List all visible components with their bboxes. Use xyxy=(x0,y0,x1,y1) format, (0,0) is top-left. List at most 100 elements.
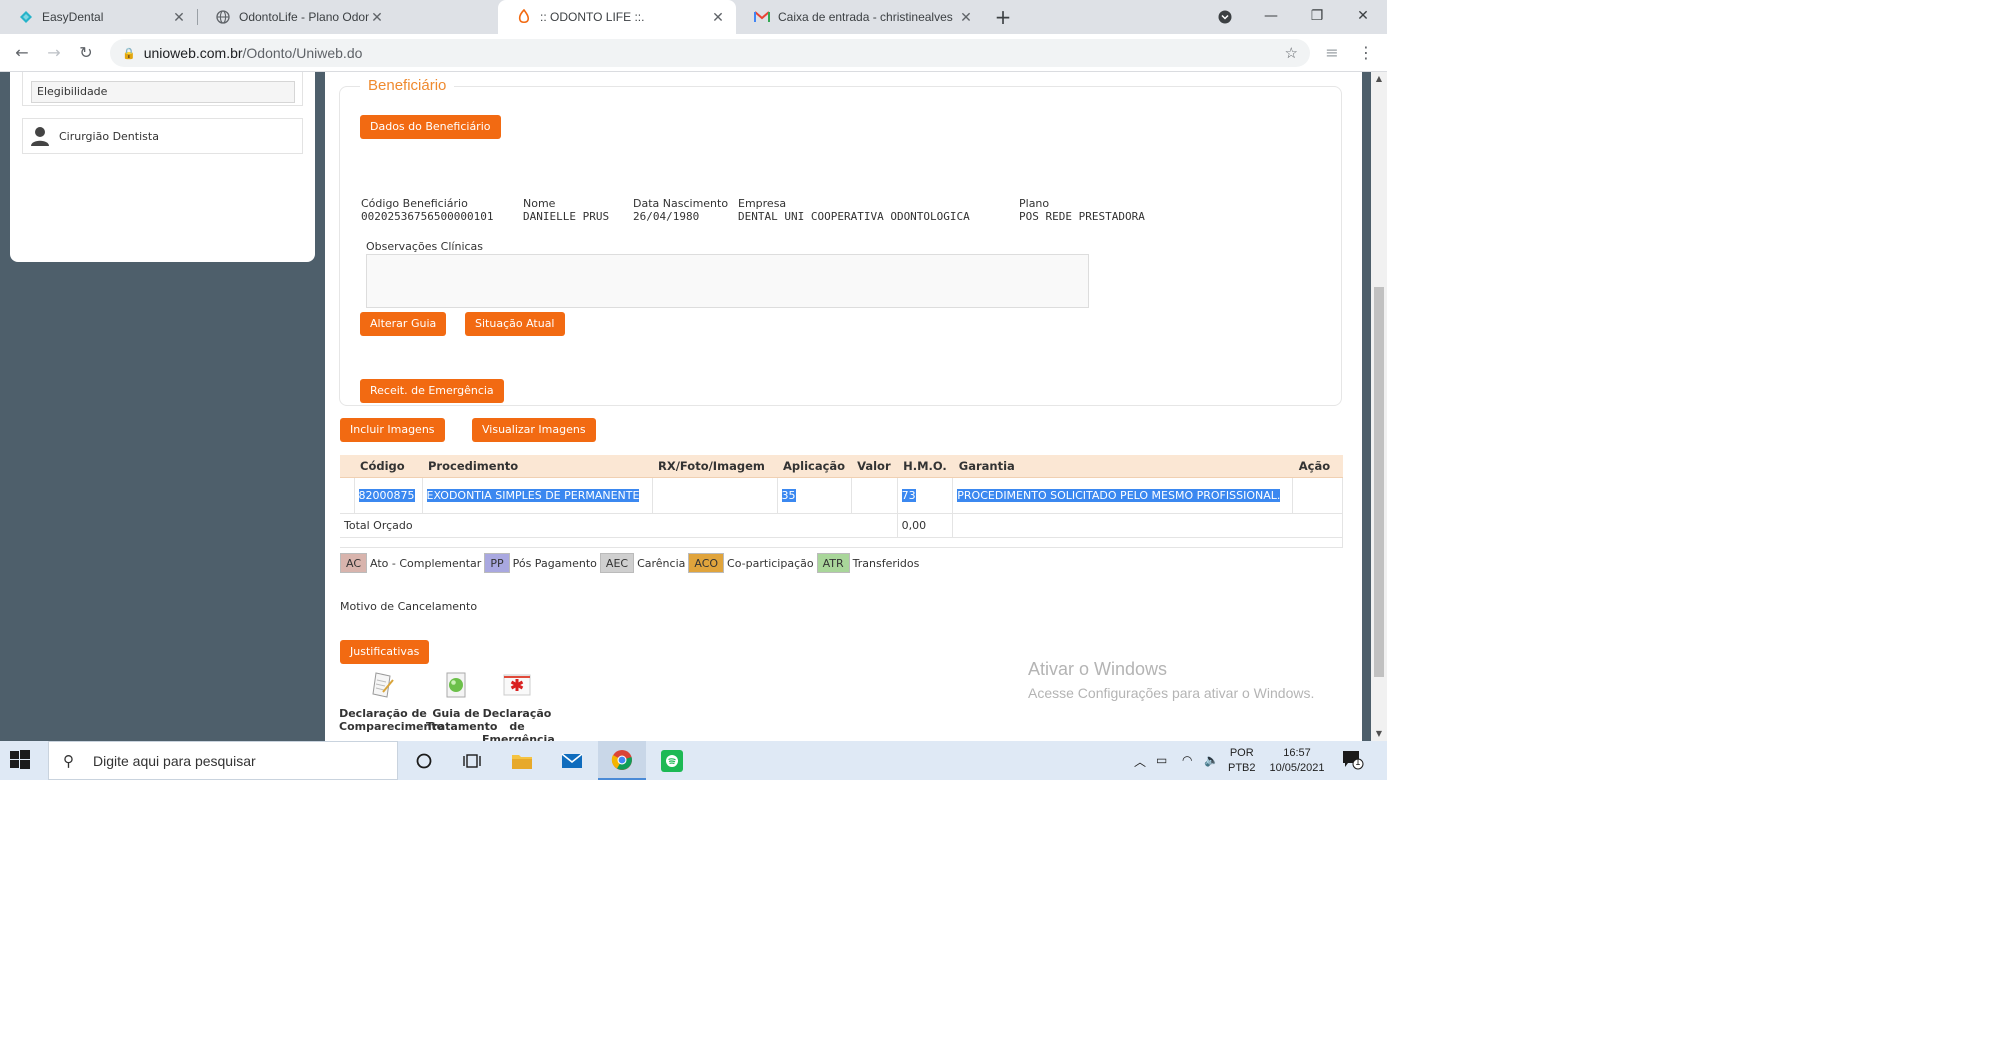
procedimentos-table: Código Procedimento RX/Foto/Imagem Aplic… xyxy=(340,455,1343,548)
col-valor: Valor xyxy=(851,455,898,478)
notification-center-icon[interactable]: 1 xyxy=(1342,750,1364,770)
document-icon xyxy=(372,672,394,698)
windows-activation-title: Ativar o Windows xyxy=(1028,659,1168,679)
status-legend: AC Ato - Complementar PP Pós Pagamento A… xyxy=(340,553,922,573)
close-window-button[interactable]: ✕ xyxy=(1340,0,1386,34)
field-plano: Plano POS REDE PRESTADORA xyxy=(1019,197,1145,223)
address-bar[interactable]: 🔒 unioweb.com.br/Odonto/Uniweb.do ☆ xyxy=(110,39,1310,67)
scroll-down-icon[interactable]: ▼ xyxy=(1371,727,1387,741)
field-data-nascimento: Data Nascimento 26/04/1980 xyxy=(633,197,729,223)
sidebar-item-cirurgiao-dentista[interactable]: Cirurgião Dentista xyxy=(22,118,303,154)
legend-swatch-aec: AEC xyxy=(599,553,635,573)
cell-codigo: 82000875 xyxy=(353,476,423,514)
kebab-menu-icon[interactable]: ⋮ xyxy=(1354,41,1378,65)
col-aplicacao: Aplicação xyxy=(777,455,852,478)
declaracao-emergencia-link[interactable]: Declaração de Emergência xyxy=(482,670,555,741)
file-explorer-icon[interactable] xyxy=(498,741,546,780)
elegibilidade-box: Elegibilidade xyxy=(22,72,303,106)
scrollbar-thumb[interactable] xyxy=(1374,287,1384,677)
beneficiario-legend: Beneficiário xyxy=(360,77,455,94)
spotify-icon[interactable] xyxy=(648,741,696,780)
close-tab-icon[interactable]: ✕ xyxy=(958,9,974,26)
col-procedimento: Procedimento xyxy=(422,455,652,478)
receituario-emergencia-button[interactable]: Receit. de Emergência xyxy=(360,379,504,403)
legend-swatch-ac: AC xyxy=(340,553,368,573)
browser-toolbar: ← → ↻ 🔒 unioweb.com.br/Odonto/Uniweb.do … xyxy=(0,34,1387,72)
observacoes-label: Observações Clínicas xyxy=(366,240,484,253)
volume-icon[interactable]: 🔈 xyxy=(1204,753,1219,767)
observacoes-textarea[interactable] xyxy=(366,254,1089,308)
legend-swatch-aco: ACO xyxy=(688,553,725,573)
restore-button[interactable]: ❐ xyxy=(1294,0,1340,34)
language-indicator[interactable]: POR PTB2 xyxy=(1228,746,1256,776)
search-icon: ⚲ xyxy=(63,752,74,770)
cell-valor xyxy=(850,476,898,514)
tab-easydental[interactable]: EasyDental ✕ xyxy=(0,0,197,34)
screen: EasyDental ✕ OdontoLife - Plano Odontoló… xyxy=(0,0,1387,780)
col-hmo: H.M.O. xyxy=(897,455,953,478)
elegibilidade-item[interactable]: Elegibilidade xyxy=(31,81,295,103)
battery-icon[interactable]: ▭ xyxy=(1156,753,1167,767)
extension-icon[interactable]: ≡ xyxy=(1320,41,1344,65)
visualizar-imagens-button[interactable]: Visualizar Imagens xyxy=(472,418,596,442)
tab-odonto-life[interactable]: :: ODONTO LIFE ::. ✕ xyxy=(498,0,736,34)
windows-start-icon[interactable] xyxy=(10,750,30,770)
new-tab-button[interactable]: + xyxy=(990,4,1016,30)
emergency-icon xyxy=(503,674,531,696)
bookmark-star-icon[interactable]: ☆ xyxy=(1285,44,1298,62)
tab-gmail[interactable]: Caixa de entrada - christinealves ✕ xyxy=(736,0,984,34)
close-tab-icon[interactable]: ✕ xyxy=(171,9,187,26)
back-arrow-icon[interactable]: ← xyxy=(10,41,34,65)
alterar-guia-button[interactable]: Alterar Guia xyxy=(360,312,447,336)
col-codigo: Código xyxy=(354,455,422,478)
field-empresa: Empresa DENTAL UNI COOPERATIVA ODONTOLOG… xyxy=(738,197,970,223)
guia-tratamento-link[interactable]: Guia de Tratamento xyxy=(426,670,497,733)
gmail-icon xyxy=(754,9,770,25)
justificativas-button[interactable]: Justificativas xyxy=(340,640,430,664)
reload-icon[interactable]: ↻ xyxy=(74,41,98,65)
close-tab-icon[interactable]: ✕ xyxy=(369,9,385,26)
forward-arrow-icon[interactable]: → xyxy=(42,41,66,65)
incluir-imagens-button[interactable]: Incluir Imagens xyxy=(340,418,445,442)
easydental-icon xyxy=(18,9,34,25)
wifi-icon[interactable]: ◠ xyxy=(1182,753,1192,767)
lock-icon: 🔒 xyxy=(122,47,136,60)
chrome-icon[interactable] xyxy=(598,741,646,780)
total-row: Total Orçado 0,00 xyxy=(340,512,1343,538)
cortana-icon[interactable] xyxy=(400,741,448,780)
cell-garantia: PROCEDIMENTO SOLICITADO PELO MESMO PROFI… xyxy=(952,476,1294,514)
field-nome: Nome DANIELLE PRUS xyxy=(523,197,610,223)
taskbar-search-box[interactable]: ⚲ Digite aqui para pesquisar xyxy=(48,741,398,780)
windows-taskbar: ⚲ Digite aqui para pesquisar ︿ ▭ ◠ 🔈 POR… xyxy=(0,741,1387,780)
scroll-up-icon[interactable]: ▲ xyxy=(1371,72,1387,86)
windows-activation-subtitle: Acesse Configurações para ativar o Windo… xyxy=(1028,685,1315,701)
close-tab-icon[interactable]: ✕ xyxy=(710,9,726,26)
field-codigo-beneficiario: Código Beneficiário 00202536756500000101 xyxy=(361,197,494,223)
minimize-button[interactable]: — xyxy=(1248,0,1294,34)
green-ball-icon xyxy=(446,672,466,698)
vertical-scrollbar[interactable]: ▲ ▼ xyxy=(1371,72,1387,741)
tray-chevron-icon[interactable]: ︿ xyxy=(1134,753,1146,770)
tab-odontolife-plano[interactable]: OdontoLife - Plano Odontológico ✕ xyxy=(197,0,395,34)
col-rx: RX/Foto/Imagem xyxy=(652,455,777,478)
table-header-row: Código Procedimento RX/Foto/Imagem Aplic… xyxy=(340,455,1343,478)
mail-icon[interactable] xyxy=(548,741,596,780)
profile-menu-icon[interactable] xyxy=(1202,0,1248,34)
globe-icon xyxy=(215,9,231,25)
declaracao-comparecimento-link[interactable]: Declaração de Comparecimento xyxy=(339,670,444,733)
table-row: 82000875 EXODONTIA SIMPLES DE PERMANENTE… xyxy=(340,476,1343,514)
col-garantia: Garantia xyxy=(952,455,1293,478)
cell-procedimento: EXODONTIA SIMPLES DE PERMANENTE xyxy=(421,476,653,514)
main-content: Beneficiário Dados do Beneficiário Códig… xyxy=(325,72,1362,741)
beneficiario-fieldset: Beneficiário Dados do Beneficiário Códig… xyxy=(339,77,1342,406)
task-view-icon[interactable] xyxy=(448,741,496,780)
cell-acao[interactable] xyxy=(1292,476,1343,514)
situacao-atual-button[interactable]: Situação Atual xyxy=(465,312,565,336)
dados-beneficiario-button[interactable]: Dados do Beneficiário xyxy=(360,115,501,139)
col-acao: Ação xyxy=(1292,455,1343,478)
motivo-cancelamento-label: Motivo de Cancelamento xyxy=(340,600,478,613)
taskbar-clock[interactable]: 16:57 10/05/2021 xyxy=(1264,746,1330,776)
sidebar-card: Elegibilidade Cirurgião Dentista xyxy=(10,72,315,262)
page-viewport: Elegibilidade Cirurgião Dentista Benefic… xyxy=(0,72,1387,741)
cell-hmo: 73 xyxy=(896,476,954,514)
